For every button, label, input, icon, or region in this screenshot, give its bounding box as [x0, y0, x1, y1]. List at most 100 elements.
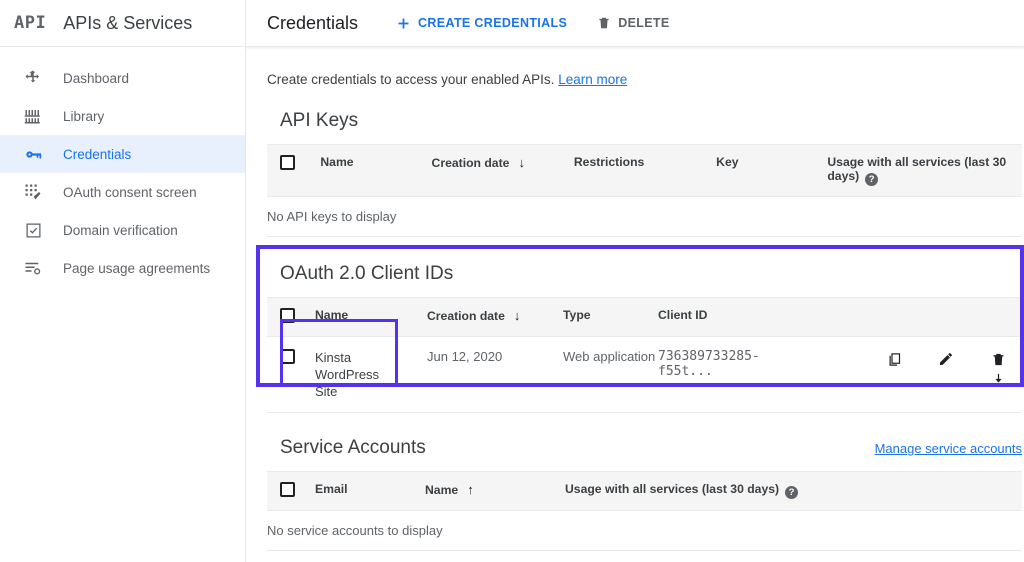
sidebar-brand: API APIs & Services	[0, 0, 245, 47]
page-title: Credentials	[267, 13, 358, 34]
column-usage[interactable]: Usage with all services (last 30 days)?	[827, 145, 1022, 197]
sidebar-item-label: OAuth consent screen	[63, 185, 197, 200]
empty-state-row: No service accounts to display	[267, 511, 1022, 551]
sort-arrow-down-icon: ↓	[518, 155, 525, 170]
column-usage[interactable]: Usage with all services (last 30 days)?	[565, 472, 1022, 511]
column-key[interactable]: Key	[716, 145, 827, 197]
row-creation-date: Jun 12, 2020	[427, 337, 563, 413]
sidebar-item-label: Domain verification	[63, 223, 178, 238]
main-content: Credentials CREATE CREDENTIALS	[246, 0, 1024, 562]
copy-icon[interactable]	[885, 349, 905, 369]
credentials-page: API APIs & Services Dashboard	[0, 0, 1024, 562]
help-icon[interactable]: ?	[785, 486, 798, 499]
table-row[interactable]: Kinsta WordPress Site Jun 12, 2020 Web a…	[267, 337, 1022, 413]
api-logo: API	[14, 13, 46, 33]
column-email[interactable]: Email	[315, 472, 425, 511]
select-all-checkbox[interactable]	[280, 308, 295, 323]
intro-text: Create credentials to access your enable…	[267, 47, 1024, 87]
delete-button[interactable]: DELETE	[597, 16, 669, 30]
column-name[interactable]: Name ↑	[425, 472, 565, 511]
sidebar-item-dashboard[interactable]: Dashboard	[0, 59, 245, 97]
content-area: Create credentials to access your enable…	[246, 47, 1024, 551]
oauth-clients-section: OAuth 2.0 Client IDs Name Creation date ↓	[267, 263, 1024, 413]
plus-icon	[396, 16, 411, 31]
create-credentials-label: CREATE CREDENTIALS	[418, 16, 567, 30]
intro-sentence: Create credentials to access your enable…	[267, 72, 554, 87]
column-creation-date-label: Creation date	[432, 156, 510, 170]
table-header-row: Email Name ↑ Usage with all services (las…	[267, 472, 1022, 511]
column-client-id[interactable]: Client ID	[658, 298, 812, 337]
select-all-header	[267, 298, 315, 337]
service-accounts-section: Service Accounts Manage service accounts…	[267, 437, 1024, 551]
table-header-row: Name Creation date ↓ Type Client ID	[267, 298, 1022, 337]
api-keys-empty-text: No API keys to display	[267, 197, 1022, 237]
service-accounts-table: Email Name ↑ Usage with all services (las…	[267, 471, 1022, 551]
dashboard-icon	[21, 66, 45, 90]
oauth-clients-title: OAuth 2.0 Client IDs	[267, 263, 453, 285]
column-usage-label: Usage with all services (last 30 days)	[565, 482, 779, 496]
key-icon	[21, 142, 45, 166]
sidebar-item-domain-verification[interactable]: Domain verification	[0, 211, 245, 249]
sidebar-item-oauth-consent-screen[interactable]: OAuth consent screen	[0, 173, 245, 211]
download-icon[interactable]	[988, 369, 1008, 389]
delete-icon[interactable]	[988, 349, 1008, 369]
create-credentials-button[interactable]: CREATE CREDENTIALS	[396, 16, 567, 31]
column-name-label: Name	[425, 483, 458, 497]
empty-state-row: No API keys to display	[267, 197, 1022, 237]
toolbar-actions: CREATE CREDENTIALS DELETE	[396, 16, 700, 31]
domain-verification-icon	[21, 218, 45, 242]
sidebar-item-label: Library	[63, 109, 104, 124]
column-creation-date[interactable]: Creation date ↓	[432, 145, 574, 197]
sort-arrow-down-icon: ↓	[514, 308, 521, 323]
row-checkbox[interactable]	[280, 349, 295, 364]
manage-service-accounts-link[interactable]: Manage service accounts	[875, 441, 1022, 456]
service-accounts-header: Service Accounts Manage service accounts	[267, 437, 1022, 459]
select-all-checkbox[interactable]	[280, 482, 295, 497]
help-icon[interactable]: ?	[865, 173, 878, 186]
sidebar-item-page-usage-agreements[interactable]: Page usage agreements	[0, 249, 245, 287]
column-name[interactable]: Name	[320, 145, 431, 197]
consent-screen-icon	[21, 180, 45, 204]
delete-label: DELETE	[618, 16, 669, 30]
sidebar-item-library[interactable]: Library	[0, 97, 245, 135]
row-name-cell: Kinsta WordPress Site	[315, 337, 427, 413]
service-accounts-empty-text: No service accounts to display	[267, 511, 1022, 551]
top-bar: Credentials CREATE CREDENTIALS	[246, 0, 1024, 47]
row-select-cell	[267, 337, 315, 413]
column-type[interactable]: Type	[563, 298, 658, 337]
trash-icon	[597, 16, 611, 30]
column-restrictions[interactable]: Restrictions	[574, 145, 716, 197]
oauth-clients-table: Name Creation date ↓ Type Client ID	[267, 297, 1022, 413]
column-creation-date[interactable]: Creation date ↓	[427, 298, 563, 337]
learn-more-link[interactable]: Learn more	[558, 72, 627, 87]
table-header-row: Name Creation date ↓ Restrictions Key Usa…	[267, 145, 1022, 197]
row-client-id: 736389733285-f55t...	[658, 337, 812, 413]
column-name[interactable]: Name	[315, 298, 427, 337]
row-actions	[812, 337, 1022, 413]
sidebar-item-label: Dashboard	[63, 71, 129, 86]
page-usage-agreements-icon	[21, 256, 45, 280]
sidebar: API APIs & Services Dashboard	[0, 0, 246, 562]
api-keys-title: API Keys	[267, 110, 358, 132]
edit-icon[interactable]	[936, 349, 956, 369]
oauth-clients-header: OAuth 2.0 Client IDs	[267, 263, 1024, 285]
row-type: Web application	[563, 337, 658, 413]
column-actions	[812, 298, 1022, 337]
sidebar-title: APIs & Services	[63, 13, 192, 34]
sort-arrow-up-icon: ↑	[467, 482, 474, 497]
api-keys-section: API Keys Name Creation date↓ Restrict	[267, 110, 1024, 237]
library-icon	[21, 104, 45, 128]
select-all-header	[267, 145, 320, 197]
sidebar-item-credentials[interactable]: Credentials	[0, 135, 245, 173]
api-keys-table: Name Creation date ↓ Restrictions Key Usa…	[267, 144, 1022, 237]
select-all-checkbox[interactable]	[280, 155, 295, 170]
sidebar-item-label: Credentials	[63, 147, 131, 162]
sidebar-nav: Dashboard Library	[0, 47, 245, 287]
api-keys-header: API Keys	[267, 110, 1024, 132]
sidebar-item-label: Page usage agreements	[63, 261, 210, 276]
select-all-header	[267, 472, 315, 511]
client-name: Kinsta WordPress Site	[315, 349, 401, 400]
service-accounts-title: Service Accounts	[267, 437, 426, 459]
column-creation-date-label: Creation date	[427, 309, 505, 323]
column-usage-label: Usage with all services (last 30 days)	[827, 155, 1006, 183]
